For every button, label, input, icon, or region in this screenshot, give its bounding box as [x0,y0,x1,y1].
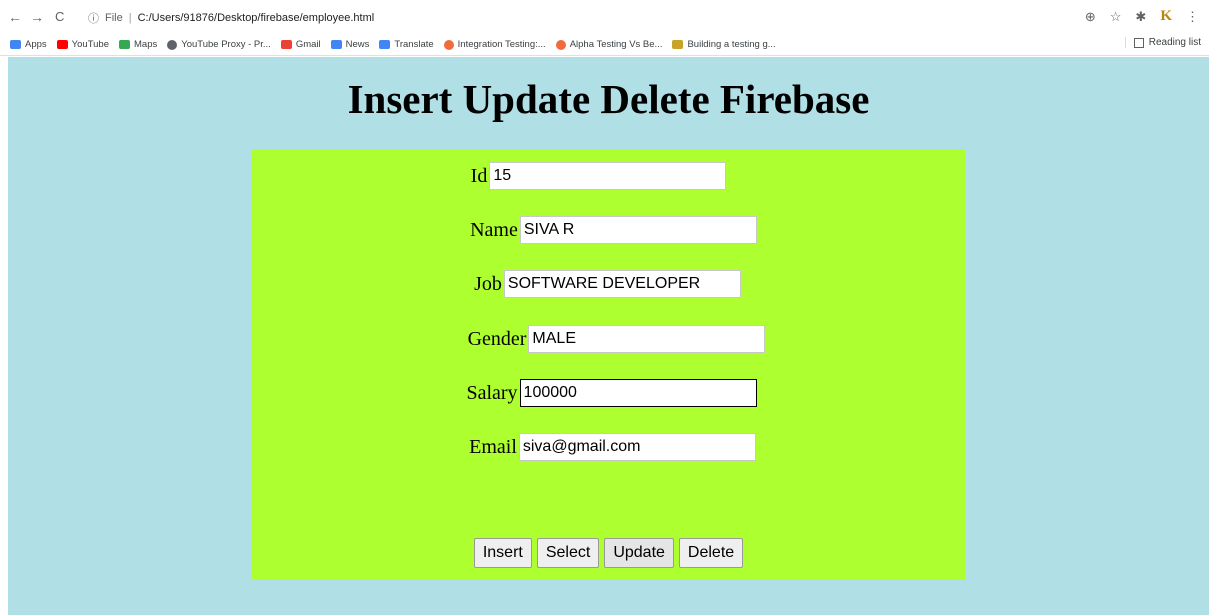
bookmark-item[interactable]: Building a testing g... [672,39,776,50]
globe-icon [167,39,178,50]
address-bar[interactable]: ⓘ File | C:/Users/91876/Desktop/firebase… [88,8,1088,28]
gender-field[interactable] [528,325,766,353]
bookmark-item[interactable]: News [330,39,370,50]
bookmark-label: Translate [394,39,434,50]
reading-list-label: Reading list [1148,37,1201,48]
apps-icon [10,40,21,49]
browser-toolbar: ← → C ⓘ File | C:/Users/91876/Desktop/fi… [0,0,1209,34]
toolbar-right-icons: ⊕ ☆ ✱ K ⋮ [1085,8,1199,25]
bookmark-item[interactable]: Maps [119,39,157,50]
gmail-icon [280,40,292,49]
extensions-icon[interactable]: ✱ [1135,9,1146,25]
bookmark-item[interactable]: Translate [379,39,434,50]
employee-form: Id Name Job Gender Salary Email Insert S… [252,149,965,580]
bookmarks-bar: Apps YouTube Maps YouTube Proxy - Pr... … [0,34,1209,56]
bookmark-label: Integration Testing:... [457,39,546,50]
select-button[interactable]: Select [536,538,600,568]
name-row: Name [257,216,970,244]
job-label: Job [474,272,502,295]
bookmark-label: YouTube [71,39,109,50]
email-label: Email [469,435,517,458]
site-icon [443,39,454,50]
maps-icon [119,40,130,49]
bookmark-star-icon[interactable]: ☆ [1110,9,1122,25]
email-row: Email [256,433,969,461]
reading-list-button[interactable]: Reading list [1124,37,1201,48]
menu-dots-icon[interactable]: ⋮ [1186,9,1199,25]
salary-row: Salary [255,379,968,407]
site-icon [672,40,684,49]
id-row: Id [242,162,955,190]
bookmark-label: Maps [134,39,158,50]
bookmark-label: News [345,39,370,50]
url-scheme-label: File [105,12,123,24]
name-field[interactable] [519,216,757,244]
salary-field[interactable] [519,379,757,407]
insert-button[interactable]: Insert [473,538,532,568]
zoom-icon[interactable]: ⊕ [1085,9,1096,25]
gender-row: Gender [260,325,973,353]
reload-icon[interactable]: C [55,9,64,25]
id-field[interactable] [489,162,727,190]
job-field[interactable] [503,270,741,298]
bookmark-label: YouTube Proxy - Pr... [181,39,271,50]
bookmark-label: Alpha Testing Vs Be... [569,39,663,50]
bookmark-item[interactable]: Integration Testing:... [443,39,546,50]
forward-arrow-icon[interactable]: → [30,9,44,25]
reading-list-icon [1133,37,1144,48]
action-buttons: Insert Select Update Delete [252,538,965,568]
url-text[interactable]: C:/Users/91876/Desktop/firebase/employee… [138,12,375,24]
profile-k-icon[interactable]: K [1160,8,1172,25]
bookmark-item[interactable]: YouTube Proxy - Pr... [167,39,271,50]
email-field[interactable] [518,433,756,461]
youtube-icon [56,40,68,49]
bookmark-item[interactable]: YouTube [56,39,109,50]
news-icon [330,40,342,49]
salary-label: Salary [466,381,518,404]
job-row: Job [251,270,964,298]
page-title: Insert Update Delete Firebase [347,76,870,122]
update-button[interactable]: Update [604,538,674,568]
gender-label: Gender [467,327,527,350]
bookmark-label: Apps [25,39,47,50]
bookmark-item[interactable]: Apps [10,39,47,50]
page-body: Insert Update Delete Firebase Id Name Jo… [8,57,1209,615]
name-label: Name [470,218,518,241]
info-icon[interactable]: ⓘ [88,10,99,26]
bookmark-item[interactable]: Alpha Testing Vs Be... [555,39,663,50]
translate-icon [379,40,391,49]
back-arrow-icon[interactable]: ← [8,9,22,25]
bookmark-label: Building a testing g... [687,39,776,50]
delete-button[interactable]: Delete [678,538,744,568]
site-icon [555,39,566,50]
url-separator: | [128,12,132,24]
bookmark-label: Gmail [295,39,321,50]
bookmark-item[interactable]: Gmail [280,39,321,50]
id-label: Id [470,164,488,187]
